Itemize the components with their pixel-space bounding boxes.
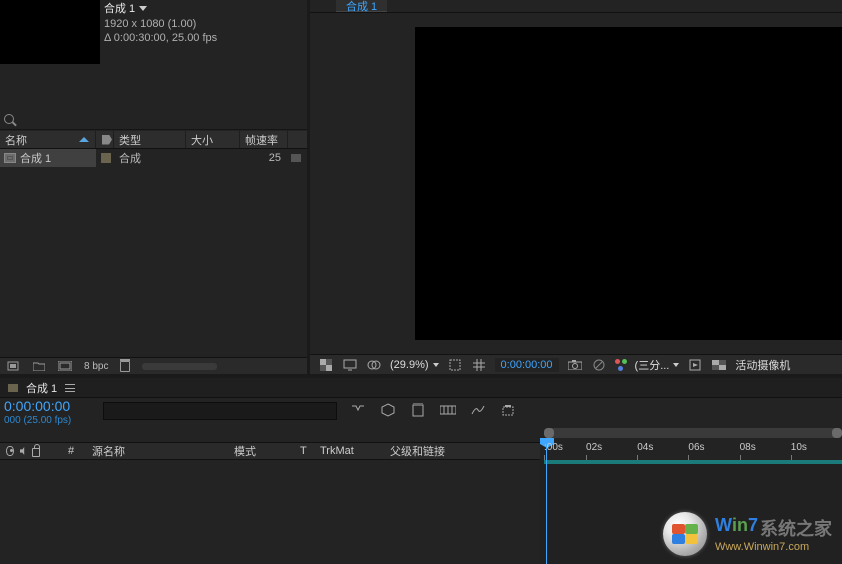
interpret-footage-icon[interactable] (6, 360, 20, 372)
col-parent[interactable]: 父级和链接 (384, 443, 540, 459)
fast-preview-icon[interactable] (687, 358, 703, 372)
project-comp-name: 合成 1 (104, 0, 135, 16)
color-management-icon[interactable] (615, 359, 627, 371)
col-header-label[interactable] (96, 131, 114, 148)
composition-icon (4, 153, 16, 163)
camera-dropdown[interactable]: 活动摄像机 (735, 357, 790, 373)
timeline-fps: 000 (25.00 fps) (4, 415, 71, 426)
draft3d-icon[interactable] (380, 402, 396, 418)
viewer-timecode[interactable]: 0:00:00:00 (495, 358, 559, 372)
project-column-headers: 名称 类型 大小 帧速率 (0, 131, 307, 149)
timeline-tools (350, 402, 516, 418)
project-comp-duration: Δ 0:00:30:00, 25.00 fps (104, 32, 217, 44)
col-mode[interactable]: 模式 (228, 443, 294, 459)
col-source-name[interactable]: 源名称 (86, 443, 228, 459)
chevron-down-icon (433, 363, 439, 367)
comp-mini-flow-icon[interactable] (350, 402, 366, 418)
project-item-name: 合成 1 (20, 150, 51, 166)
col-header-name[interactable]: 名称 (0, 131, 96, 148)
tag-icon (102, 135, 112, 145)
project-comp-thumbnail[interactable] (0, 0, 100, 64)
ruler-ticks: :00s 02s 04s 06s 08s 10s (544, 442, 842, 458)
project-panel: 合成 1 1920 x 1080 (1.00) Δ 0:00:30:00, 25… (0, 0, 307, 374)
alpha-toggle-icon[interactable] (318, 358, 334, 372)
mask-toggle-icon[interactable] (366, 358, 382, 372)
monitor-icon[interactable] (342, 358, 358, 372)
col-av-speaker[interactable] (14, 443, 26, 459)
col-av-eye[interactable] (0, 443, 14, 459)
grid-toggle-icon[interactable] (471, 358, 487, 372)
timeline-ruler[interactable]: :00s 02s 04s 06s 08s 10s (540, 428, 842, 460)
bpc-label[interactable]: 8 bpc (84, 360, 108, 372)
comp-duration-bar[interactable] (544, 460, 842, 464)
project-item-type: 合成 (114, 149, 186, 167)
col-header-size[interactable]: 大小 (186, 131, 240, 148)
project-footer: 8 bpc (0, 357, 307, 374)
work-area-bar[interactable] (544, 428, 842, 438)
timeline-timecode[interactable]: 0:00:00:00 (4, 398, 71, 414)
frame-blend-icon[interactable] (410, 402, 426, 418)
quality-dropdown[interactable]: (三分... (635, 357, 680, 373)
col-hash[interactable]: # (62, 443, 86, 459)
project-search-row[interactable] (0, 108, 307, 130)
col-label[interactable] (40, 443, 62, 459)
project-item-row[interactable]: 合成 1 合成 25 (0, 149, 307, 167)
timeline-panel: 合成 1 0:00:00:00 000 (25.00 fps) (0, 378, 842, 564)
col-trkmat[interactable]: TrkMat (314, 443, 384, 459)
timeline-search[interactable] (103, 402, 337, 420)
project-item-label[interactable] (96, 149, 114, 167)
timeline-layer-area[interactable] (0, 460, 540, 564)
col-header-type[interactable]: 类型 (114, 131, 186, 148)
timeline-column-headers: # 源名称 模式 T TrkMat 父级和链接 (0, 442, 540, 460)
viewer-tab[interactable]: 合成 1 (336, 0, 387, 12)
comp-dropdown-icon[interactable] (139, 6, 147, 11)
transparency-grid-icon[interactable] (711, 358, 727, 372)
timeline-tab-row: 合成 1 (0, 378, 842, 398)
project-item-name-cell[interactable]: 合成 1 (0, 149, 96, 167)
col-header-fps[interactable]: 帧速率 (240, 131, 288, 148)
col-t[interactable]: T (294, 443, 314, 459)
preview-viewport[interactable] (415, 27, 842, 340)
roi-icon[interactable] (447, 358, 463, 372)
shy-icon[interactable] (500, 402, 516, 418)
project-item-size (186, 149, 240, 167)
snapshot-icon[interactable] (567, 358, 583, 372)
col-av-lock[interactable] (26, 443, 40, 459)
trash-icon[interactable] (120, 361, 130, 372)
timeline-track-area[interactable] (540, 460, 842, 564)
sort-asc-icon (79, 137, 89, 142)
panel-menu-icon[interactable] (65, 384, 75, 392)
zoom-dropdown[interactable]: (29.9%) (390, 359, 439, 371)
new-folder-icon[interactable] (32, 360, 46, 372)
viewer-panel: 合成 1 (29.9%) 0:00:00:00 (310, 0, 842, 374)
show-channel-icon[interactable] (591, 358, 607, 372)
flowchart-icon[interactable] (291, 154, 301, 162)
label-swatch-icon (101, 153, 111, 163)
viewer-footer: (29.9%) 0:00:00:00 (三分... 活动摄像机 (310, 354, 842, 374)
new-comp-icon[interactable] (58, 360, 72, 372)
motion-blur-icon[interactable] (440, 402, 456, 418)
project-comp-info: 合成 1 1920 x 1080 (1.00) Δ 0:00:30:00, 25… (104, 0, 217, 44)
search-icon (4, 114, 14, 124)
project-item-fps: 25 (240, 149, 288, 167)
cti-line[interactable] (546, 442, 547, 564)
eye-icon (6, 446, 14, 456)
timeline-tab[interactable]: 合成 1 (26, 380, 57, 396)
lock-icon (32, 448, 40, 457)
project-zoom-slider[interactable] (142, 363, 217, 370)
project-comp-dims: 1920 x 1080 (1.00) (104, 18, 217, 30)
graph-editor-icon[interactable] (470, 402, 486, 418)
chevron-down-icon (673, 363, 679, 367)
timeline-tab-label-icon (8, 384, 18, 392)
